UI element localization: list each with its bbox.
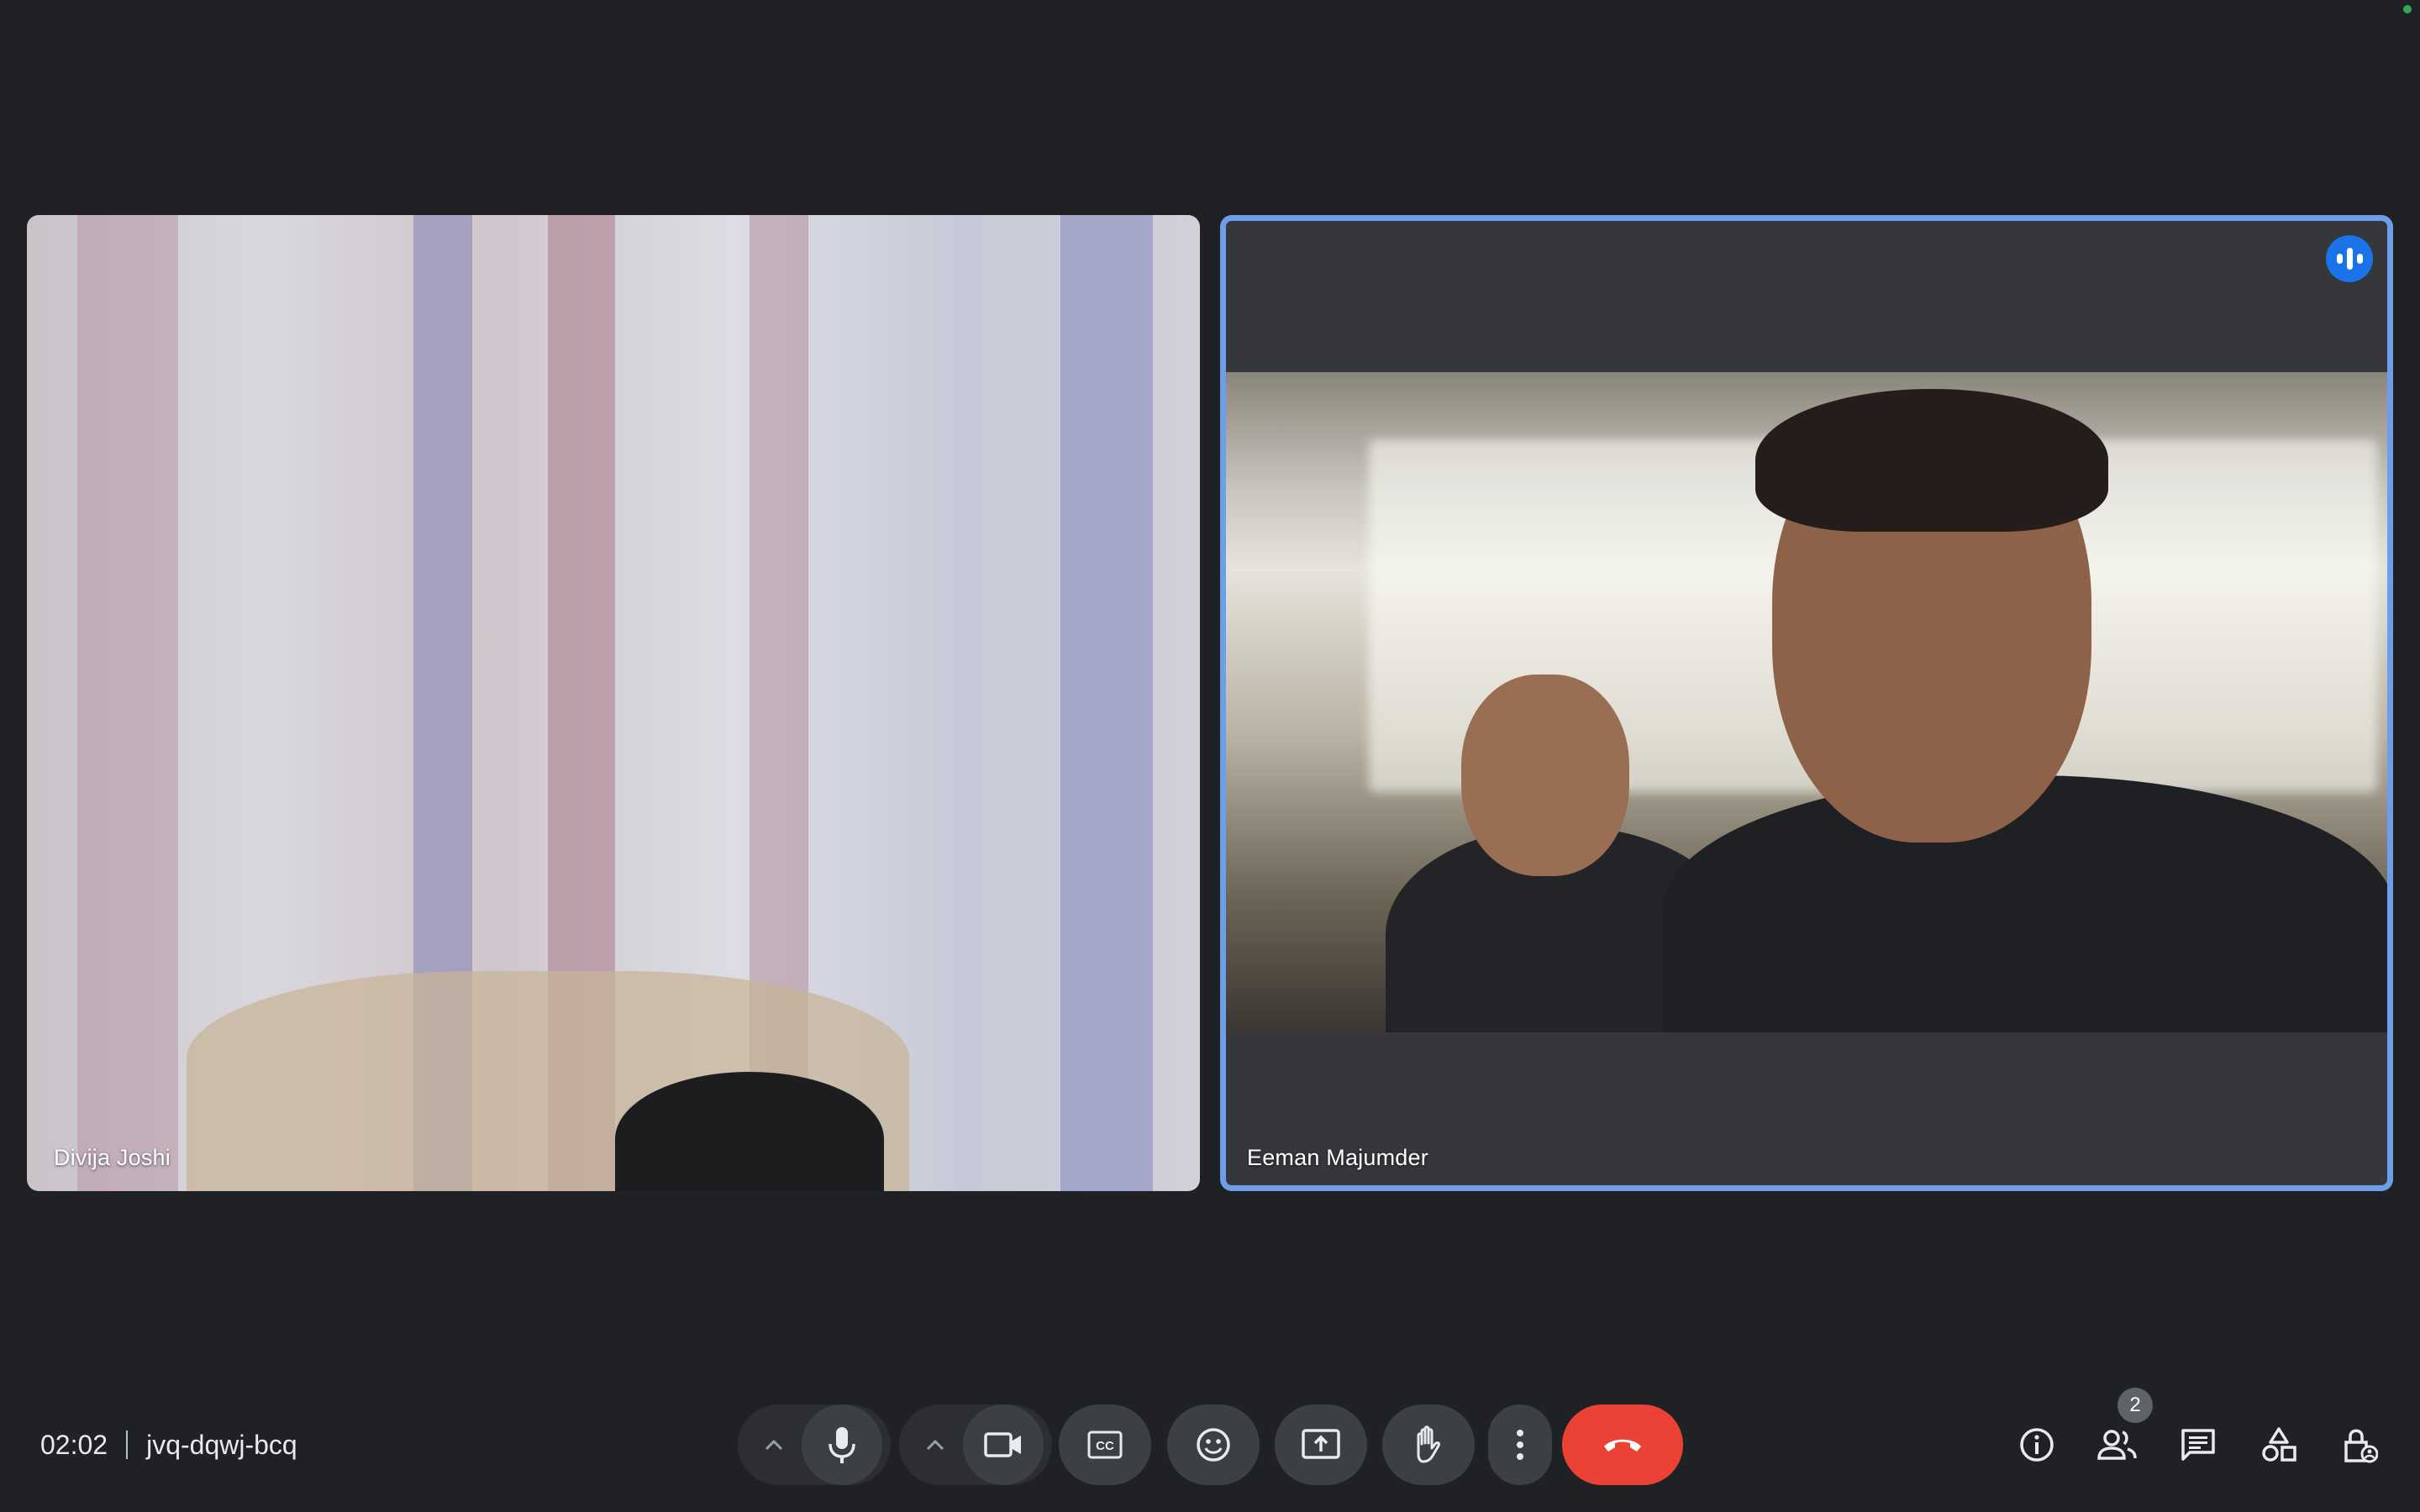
mic-control-group [738,1404,891,1485]
more-options-button[interactable] [1488,1404,1552,1485]
reactions-button[interactable] [1167,1404,1260,1485]
captions-icon: CC [1087,1431,1123,1459]
chat-button[interactable] [2173,1420,2223,1470]
person-shape [1663,775,2387,1032]
info-icon [2020,1428,2054,1462]
audio-options-chevron-up-icon[interactable] [746,1404,802,1485]
activities-button[interactable] [2254,1420,2304,1470]
meet-window: Divija Joshi Eeman Majumder 02:02 jvq-dq… [0,0,2420,1512]
camera-button[interactable] [963,1404,1044,1485]
meeting-details: 02:02 jvq-dqwj-bcq [40,1425,297,1465]
host-controls-icon [2344,1429,2378,1463]
chat-icon [2181,1429,2215,1461]
participant-name: Eeman Majumder [1247,1145,1428,1170]
meeting-details-button[interactable] [2012,1420,2062,1470]
microphone-icon [829,1427,855,1463]
present-now-button[interactable] [1275,1404,1367,1485]
curtain-stripe [77,215,178,1191]
video-options-chevron-up-icon[interactable] [908,1404,963,1485]
participant-name: Divija Joshi [54,1145,171,1170]
participant-tile-2[interactable]: Eeman Majumder [1220,215,2393,1191]
camera-control-group [899,1404,1052,1485]
emoji-icon [1197,1428,1230,1462]
microphone-button[interactable] [802,1404,882,1485]
people-icon [2097,1430,2137,1460]
divider [126,1431,129,1459]
svg-text:CC: CC [1096,1439,1114,1453]
people-count-badge: 2 [2118,1388,2153,1423]
people-button[interactable] [2092,1420,2143,1470]
participant-video [1226,372,2387,1032]
person-face-shape [1461,675,1629,876]
curtain-stripe [1060,215,1153,1191]
hand-icon [1417,1425,1440,1463]
leave-call-button[interactable] [1562,1404,1683,1485]
participant-tile-1[interactable]: Divija Joshi [27,215,1200,1191]
raise-hand-button[interactable] [1382,1404,1475,1485]
host-controls-button[interactable] [2334,1420,2385,1470]
more-vert-icon [1517,1430,1523,1460]
present-screen-icon [1302,1429,1340,1459]
captions-button[interactable]: CC [1059,1404,1151,1485]
camera-icon [984,1432,1021,1457]
speaking-indicator-icon [2326,235,2373,282]
end-call-icon [1604,1439,1641,1452]
recording-status-dot [2403,5,2412,13]
meeting-clock: 02:02 [40,1429,108,1460]
hair-shape [1755,389,2108,532]
meeting-code: jvq-dqwj-bcq [146,1429,297,1460]
activities-icon [2262,1427,2296,1462]
